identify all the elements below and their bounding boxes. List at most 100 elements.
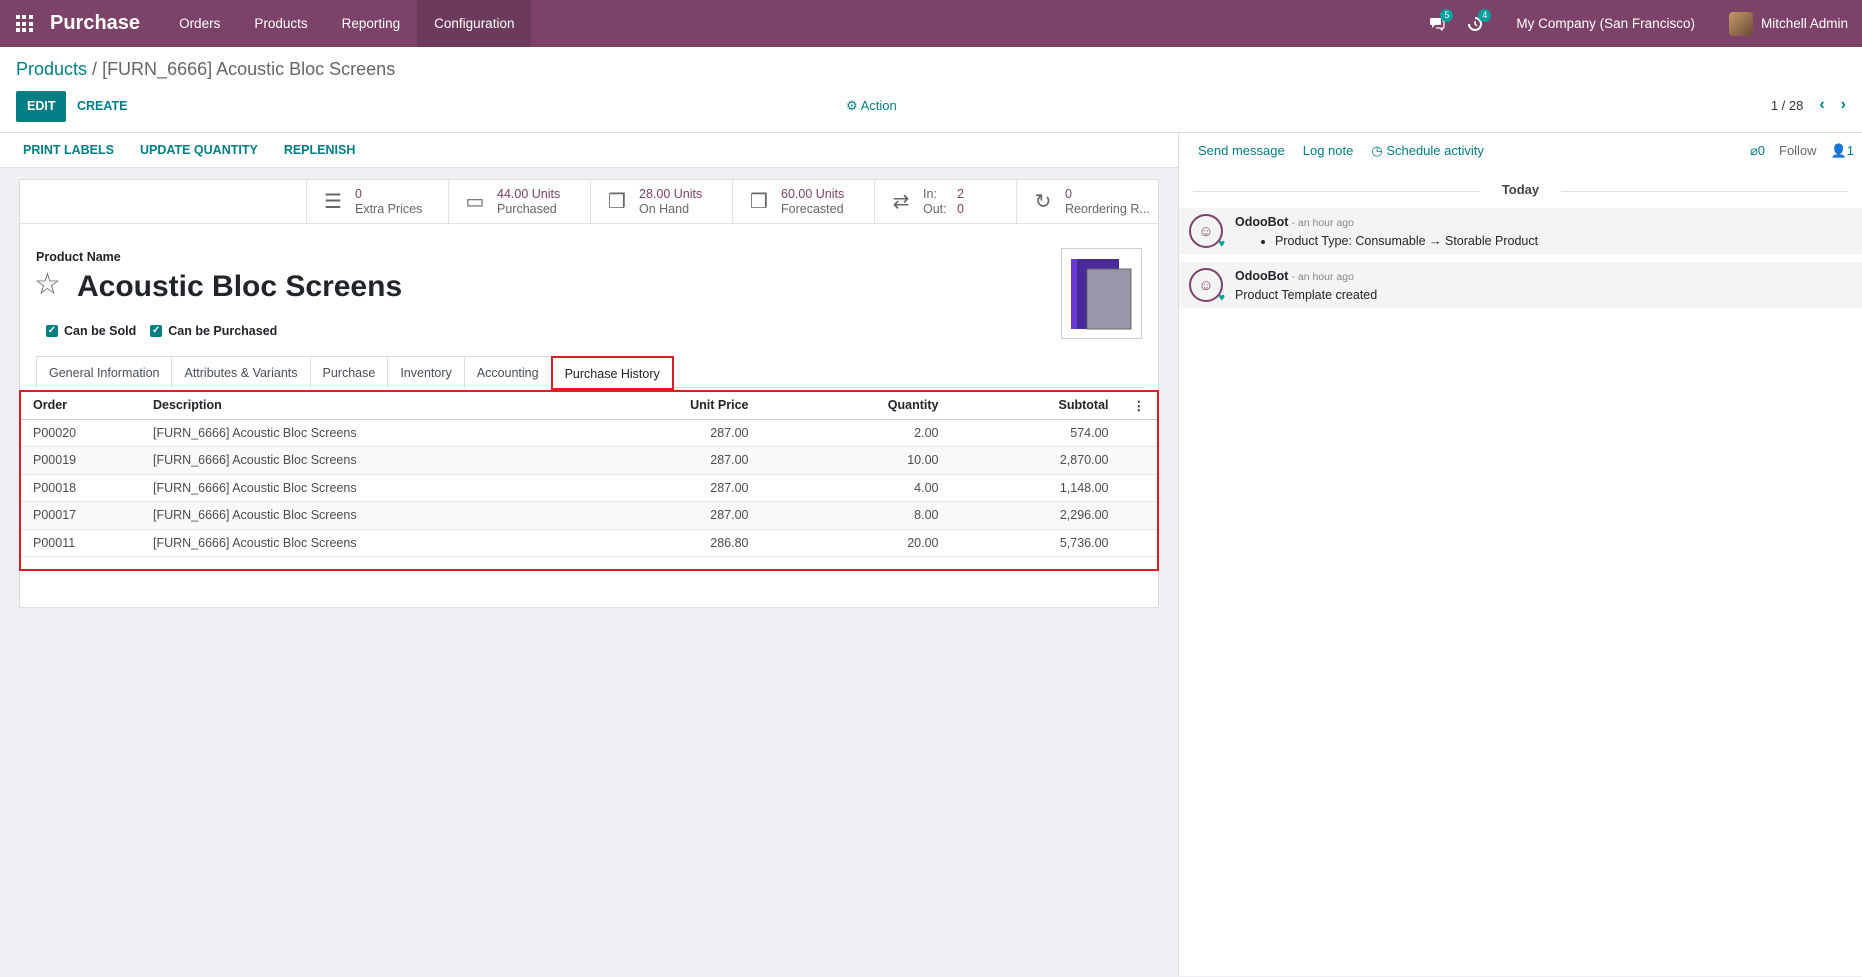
activities-icon[interactable]: 4 bbox=[1456, 8, 1494, 31]
tab-purchase-history[interactable]: Purchase History bbox=[550, 356, 674, 390]
user-icon: 👤 bbox=[1830, 142, 1847, 158]
form-sheet: ☰ 0 Extra Prices ▭ 44.00 Units Purchased… bbox=[19, 179, 1159, 608]
column-options-icon[interactable]: ⋮ bbox=[1120, 392, 1157, 420]
replenish-button[interactable]: REPLENISH bbox=[271, 143, 369, 157]
cell-unit-price: 286.80 bbox=[570, 529, 761, 557]
star-icon[interactable]: ☆ bbox=[34, 270, 61, 300]
can-be-sold-checkbox[interactable]: ✓ Can be Sold bbox=[46, 324, 136, 338]
schedule-activity-label: Schedule activity bbox=[1386, 142, 1484, 158]
heart-icon: ♥ bbox=[1218, 238, 1225, 250]
activities-badge: 4 bbox=[1478, 8, 1492, 22]
reordering-value: 0 bbox=[1065, 186, 1072, 201]
schedule-activity-button[interactable]: ◷ Schedule activity bbox=[1362, 143, 1493, 159]
form-statusbar: PRINT LABELS UPDATE QUANTITY REPLENISH bbox=[0, 133, 1178, 168]
cell-description: [FURN_6666] Acoustic Bloc Screens bbox=[141, 501, 571, 530]
messages-icon[interactable]: 5 bbox=[1418, 8, 1456, 31]
cell-empty bbox=[1120, 419, 1157, 447]
breadcrumb-products-link[interactable]: Products bbox=[16, 59, 87, 79]
cell-quantity: 4.00 bbox=[760, 474, 951, 502]
user-name: Mitchell Admin bbox=[1760, 16, 1848, 31]
col-description[interactable]: Description bbox=[141, 392, 571, 420]
clock-icon: ◷ bbox=[1371, 142, 1383, 158]
cell-description: [FURN_6666] Acoustic Bloc Screens bbox=[141, 446, 571, 475]
attachments-button[interactable]: ⌀0 bbox=[1750, 143, 1765, 159]
in-out-button[interactable]: ⇄ In: 2 Out: 0 bbox=[874, 180, 1016, 223]
cell-description: [FURN_6666] Acoustic Bloc Screens bbox=[141, 419, 571, 447]
purchased-value: 44.00 Units bbox=[497, 186, 561, 201]
main-menu: Orders Products Reporting Configuration bbox=[162, 0, 532, 47]
out-label: Out: bbox=[923, 201, 947, 216]
tab-accounting[interactable]: Accounting bbox=[463, 356, 552, 388]
tab-general-information[interactable]: General Information bbox=[36, 356, 173, 388]
product-name-label: Product Name bbox=[36, 250, 121, 264]
message-author[interactable]: OdooBot bbox=[1235, 269, 1288, 283]
table-header-row: Order Description Unit Price Quantity Su… bbox=[21, 392, 1157, 420]
odoobot-avatar[interactable]: ☺ ♥ bbox=[1189, 214, 1225, 250]
control-panel: Products / [FURN_6666] Acoustic Bloc Scr… bbox=[0, 47, 1862, 133]
cell-unit-price: 287.00 bbox=[570, 501, 761, 530]
menu-reporting[interactable]: Reporting bbox=[325, 0, 418, 47]
table-row[interactable]: P00018 [FURN_6666] Acoustic Bloc Screens… bbox=[21, 474, 1157, 502]
app-brand[interactable]: Purchase bbox=[50, 12, 140, 35]
forecasted-value: 60.00 Units bbox=[781, 186, 845, 201]
tab-inventory[interactable]: Inventory bbox=[387, 356, 465, 388]
tab-purchase[interactable]: Purchase bbox=[309, 356, 389, 388]
edit-button[interactable]: EDIT bbox=[16, 91, 67, 122]
purchased-label: Purchased bbox=[497, 201, 557, 216]
tab-attributes-variants[interactable]: Attributes & Variants bbox=[171, 356, 311, 388]
cell-order: P00020 bbox=[21, 419, 141, 447]
update-quantity-button[interactable]: UPDATE QUANTITY bbox=[127, 143, 271, 157]
credit-card-icon: ▭ bbox=[465, 191, 485, 213]
chatter-message: ☺ ♥ OdooBot - an hour ago Product Template… bbox=[1179, 262, 1862, 308]
user-menu[interactable]: Mitchell Admin bbox=[1728, 11, 1850, 36]
cell-subtotal: 2,870.00 bbox=[950, 446, 1121, 475]
col-quantity[interactable]: Quantity bbox=[760, 392, 951, 420]
odoobot-avatar[interactable]: ☺ ♥ bbox=[1189, 268, 1225, 304]
table-row[interactable]: P00020 [FURN_6666] Acoustic Bloc Screens… bbox=[21, 419, 1157, 447]
menu-products[interactable]: Products bbox=[237, 0, 324, 47]
send-message-button[interactable]: Send message bbox=[1189, 143, 1294, 158]
menu-configuration[interactable]: Configuration bbox=[417, 0, 532, 47]
company-switcher[interactable]: My Company (San Francisco) bbox=[1494, 16, 1729, 31]
message-body: Product Template created bbox=[1235, 288, 1378, 302]
follow-button[interactable]: Follow bbox=[1779, 143, 1817, 158]
tracking-value: Product Type: Consumable → Storable Prod… bbox=[1275, 234, 1538, 248]
cell-quantity: 20.00 bbox=[760, 529, 951, 557]
user-avatar bbox=[1728, 11, 1753, 36]
log-note-button[interactable]: Log note bbox=[1294, 143, 1363, 158]
purchased-button[interactable]: ▭ 44.00 Units Purchased bbox=[448, 180, 590, 223]
cell-unit-price: 287.00 bbox=[570, 419, 761, 447]
chevron-right-icon[interactable]: › bbox=[1841, 96, 1846, 114]
cell-quantity: 8.00 bbox=[760, 501, 951, 530]
chatter-topbar: Send message Log note ◷ Schedule activit… bbox=[1179, 133, 1862, 168]
extra-prices-button[interactable]: ☰ 0 Extra Prices bbox=[306, 180, 448, 223]
table-row[interactable]: P00019 [FURN_6666] Acoustic Bloc Screens… bbox=[21, 446, 1157, 475]
exchange-icon: ⇄ bbox=[892, 191, 910, 213]
col-order[interactable]: Order bbox=[21, 392, 141, 420]
menu-orders[interactable]: Orders bbox=[162, 0, 237, 47]
pager-value[interactable]: 1 / 28 bbox=[1771, 98, 1804, 113]
apps-menu-icon[interactable] bbox=[12, 12, 36, 36]
create-button[interactable]: CREATE bbox=[77, 91, 127, 122]
chevron-left-icon[interactable]: ‹ bbox=[1819, 96, 1824, 114]
form-tabs: General Information Attributes & Variant… bbox=[36, 356, 1144, 390]
followers-button[interactable]: 👤1 bbox=[1831, 143, 1854, 159]
action-dropdown[interactable]: ⚙ Action bbox=[846, 98, 897, 114]
cell-order: P00017 bbox=[21, 501, 141, 530]
cubes-icon: ❒ bbox=[750, 191, 768, 213]
product-image[interactable] bbox=[1061, 248, 1142, 339]
can-be-purchased-checkbox[interactable]: ✓ Can be Purchased bbox=[150, 324, 277, 338]
product-name: Acoustic Bloc Screens bbox=[77, 270, 403, 303]
action-label: Action bbox=[860, 98, 897, 113]
paperclip-icon: ⌀ bbox=[1749, 142, 1758, 158]
col-subtotal[interactable]: Subtotal bbox=[950, 392, 1121, 420]
on-hand-button[interactable]: ❒ 28.00 Units On Hand bbox=[590, 180, 732, 223]
forecasted-button[interactable]: ❒ 60.00 Units Forecasted bbox=[732, 180, 874, 223]
extra-prices-label: Extra Prices bbox=[355, 201, 423, 216]
col-unit-price[interactable]: Unit Price bbox=[570, 392, 761, 420]
table-row[interactable]: P00017 [FURN_6666] Acoustic Bloc Screens… bbox=[21, 501, 1157, 530]
table-row[interactable]: P00011 [FURN_6666] Acoustic Bloc Screens… bbox=[21, 529, 1157, 557]
print-labels-button[interactable]: PRINT LABELS bbox=[10, 143, 127, 157]
message-author[interactable]: OdooBot bbox=[1235, 215, 1288, 229]
reordering-button[interactable]: ↻ 0 Reordering R... bbox=[1016, 180, 1158, 223]
